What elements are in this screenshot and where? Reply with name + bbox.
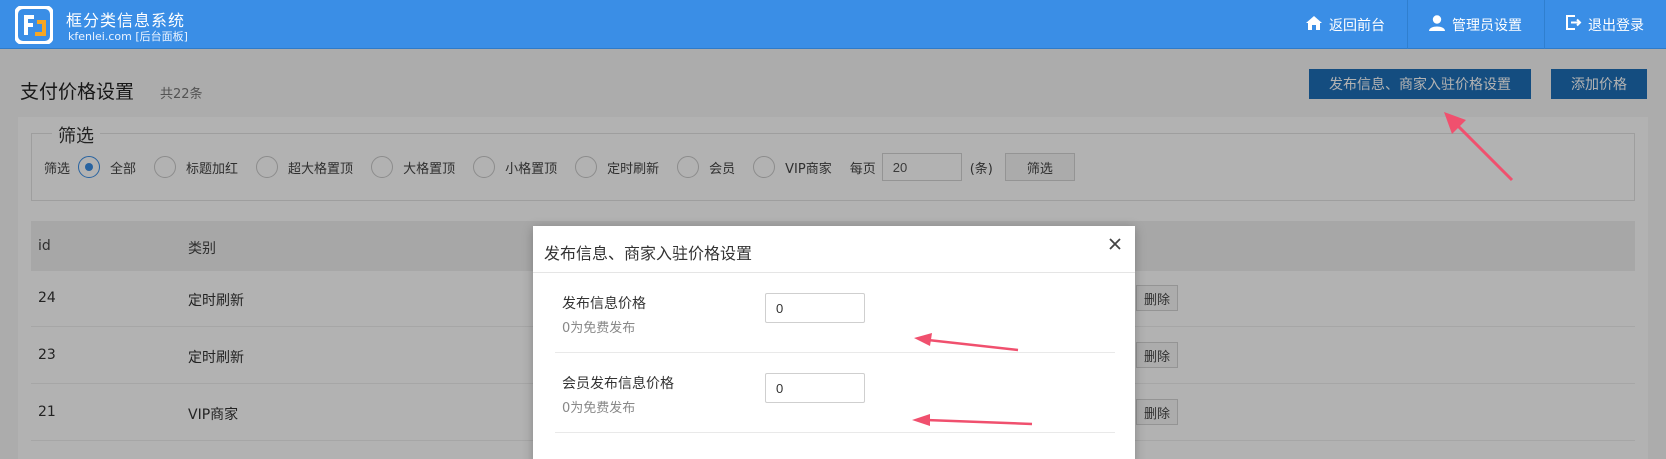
field-label: 发布信息价格 xyxy=(562,296,646,312)
logo-icon xyxy=(14,5,54,45)
nav-home-label: 返回前台 xyxy=(1329,17,1385,34)
nav-logout-label: 退出登录 xyxy=(1588,17,1644,34)
nav-admin-settings[interactable]: 管理员设置 xyxy=(1407,0,1544,49)
user-icon xyxy=(1428,14,1452,36)
field-help: 0为免费发布 xyxy=(562,321,636,336)
modal-header: 发布信息、商家入驻价格设置 xyxy=(533,226,1135,273)
logout-icon xyxy=(1565,14,1588,35)
nav-home[interactable]: 返回前台 xyxy=(1285,0,1407,49)
form-row-member-post-price: 会员发布信息价格 0为免费发布 xyxy=(555,353,1115,433)
nav-admin-label: 管理员设置 xyxy=(1452,17,1522,34)
top-nav: 返回前台 管理员设置 退出登录 xyxy=(1285,0,1666,49)
modal-title: 发布信息、商家入驻价格设置 xyxy=(544,244,753,263)
member-post-price-input[interactable] xyxy=(765,373,865,403)
form-row-post-price: 发布信息价格 0为免费发布 xyxy=(555,273,1115,353)
app-subtitle: kfenlei.com [后台面板] xyxy=(68,30,188,43)
nav-logout[interactable]: 退出登录 xyxy=(1544,0,1666,49)
close-icon[interactable] xyxy=(1105,234,1125,254)
field-label: 会员发布信息价格 xyxy=(562,376,674,392)
price-settings-modal: 发布信息、商家入驻价格设置 发布信息价格 0为免费发布 会员发布信息价格 0为免… xyxy=(533,226,1135,459)
post-price-input[interactable] xyxy=(765,293,865,323)
home-icon xyxy=(1305,15,1329,35)
field-help: 0为免费发布 xyxy=(562,401,636,416)
top-header: 框分类信息系统 kfenlei.com [后台面板] 返回前台 管理员设置 退出… xyxy=(0,0,1666,49)
